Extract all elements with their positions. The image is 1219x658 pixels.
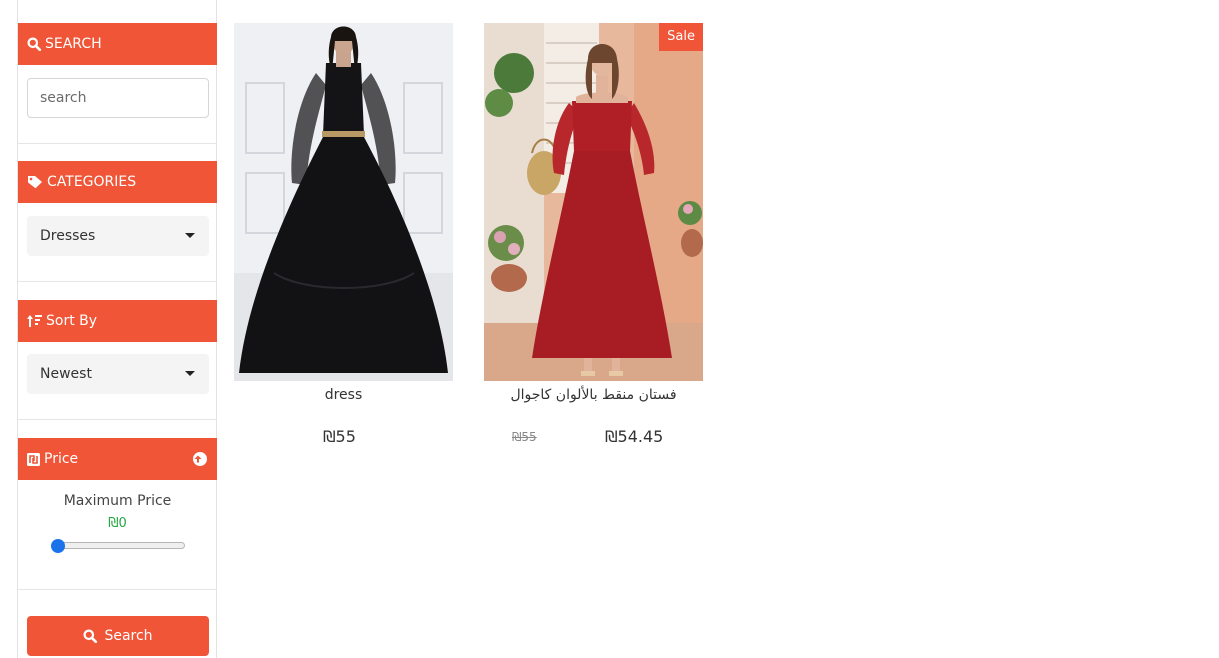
categories-panel-header: CATEGORIES bbox=[18, 161, 217, 203]
chevron-down-icon bbox=[185, 371, 195, 376]
product-name[interactable]: فستان منقط بالألوان كاجوال bbox=[476, 387, 711, 403]
category-selected-value: Dresses bbox=[40, 228, 96, 244]
divider bbox=[18, 419, 217, 420]
max-price-value: ₪0 bbox=[108, 516, 127, 531]
product-image[interactable]: Sale bbox=[484, 23, 703, 381]
sale-badge: Sale bbox=[659, 23, 703, 51]
product-price: ₪54.45 bbox=[605, 427, 664, 446]
categories-panel-title: CATEGORIES bbox=[47, 174, 137, 190]
category-select[interactable]: Dresses bbox=[27, 216, 209, 256]
divider bbox=[18, 143, 217, 144]
search-button[interactable]: Search bbox=[27, 616, 209, 656]
product-old-price: ₪55 bbox=[512, 430, 537, 444]
search-icon bbox=[83, 629, 98, 643]
divider bbox=[18, 589, 217, 590]
price-panel-title: Price bbox=[44, 451, 79, 467]
search-input[interactable] bbox=[27, 78, 209, 118]
sort-selected-value: Newest bbox=[40, 366, 92, 382]
chevron-down-icon bbox=[185, 233, 195, 238]
divider bbox=[18, 281, 217, 282]
product-image[interactable] bbox=[234, 23, 453, 381]
search-panel-title: SEARCH bbox=[45, 36, 102, 52]
max-price-label: Maximum Price bbox=[63, 493, 172, 509]
search-icon bbox=[27, 37, 41, 51]
sort-panel-header: Sort By bbox=[18, 300, 217, 342]
sort-amount-icon bbox=[27, 315, 42, 327]
price-panel-header: Price bbox=[18, 438, 217, 480]
price-slider-track[interactable] bbox=[53, 542, 185, 549]
product-price: ₪55 bbox=[323, 427, 356, 446]
filter-sidebar: SEARCH CATEGORIES Dresses Sort By Newest bbox=[17, 0, 217, 658]
sort-select[interactable]: Newest bbox=[27, 354, 209, 394]
price-slider-thumb[interactable] bbox=[51, 539, 65, 553]
shekel-icon bbox=[27, 452, 40, 466]
sort-panel-title: Sort By bbox=[46, 313, 98, 329]
tag-icon bbox=[28, 176, 42, 189]
search-panel-header: SEARCH bbox=[18, 23, 217, 65]
search-button-label: Search bbox=[104, 628, 153, 644]
arrow-up-circle-icon[interactable] bbox=[193, 452, 207, 466]
product-name[interactable]: dress bbox=[234, 387, 453, 403]
